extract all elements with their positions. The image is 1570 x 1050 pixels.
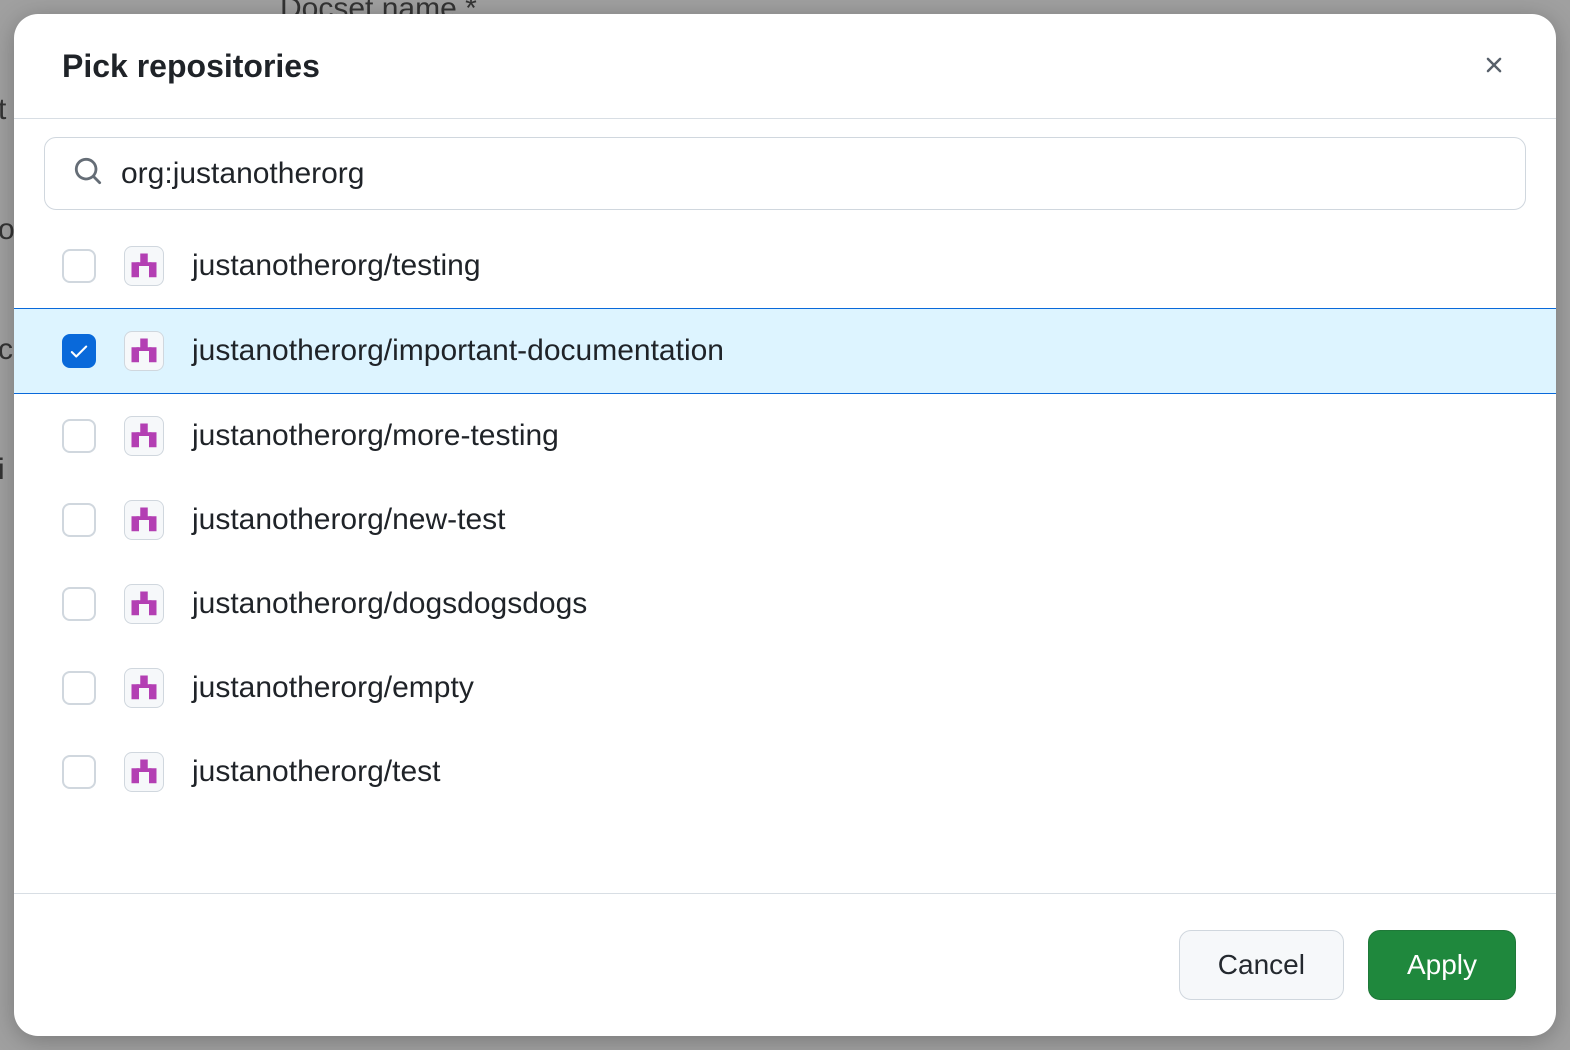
pick-repositories-modal: Pick repositories justanotherorg/testing… <box>14 14 1556 1036</box>
repo-checkbox[interactable] <box>62 419 96 453</box>
search-container <box>14 119 1556 224</box>
repo-row[interactable]: justanotherorg/test <box>14 730 1556 814</box>
repo-row[interactable]: justanotherorg/more-testing <box>14 394 1556 478</box>
repo-row[interactable]: justanotherorg/dogsdogsdogs <box>14 562 1556 646</box>
cancel-button[interactable]: Cancel <box>1179 930 1344 1000</box>
close-button[interactable] <box>1472 44 1516 88</box>
repo-checkbox[interactable] <box>62 587 96 621</box>
org-avatar-icon <box>124 584 164 624</box>
repo-checkbox[interactable] <box>62 755 96 789</box>
background-side-text: toci <box>0 50 15 530</box>
repo-row[interactable]: justanotherorg/empty <box>14 646 1556 730</box>
modal-title: Pick repositories <box>62 48 320 85</box>
org-avatar-icon <box>124 331 164 371</box>
org-avatar-icon <box>124 668 164 708</box>
search-icon <box>73 156 103 191</box>
org-avatar-icon <box>124 246 164 286</box>
repository-list: justanotherorg/testing justanotherorg/imp… <box>14 224 1556 893</box>
modal-footer: Cancel Apply <box>14 893 1556 1036</box>
repo-name-label: justanotherorg/more-testing <box>192 419 559 453</box>
repo-row[interactable]: justanotherorg/new-test <box>14 478 1556 562</box>
search-box[interactable] <box>44 137 1526 210</box>
repo-name-label: justanotherorg/test <box>192 755 440 789</box>
repo-checkbox[interactable] <box>62 671 96 705</box>
close-icon <box>1481 52 1507 81</box>
repo-name-label: justanotherorg/new-test <box>192 503 506 537</box>
repo-checkbox[interactable] <box>62 334 96 368</box>
apply-button[interactable]: Apply <box>1368 930 1516 1000</box>
repo-name-label: justanotherorg/empty <box>192 671 474 705</box>
org-avatar-icon <box>124 500 164 540</box>
org-avatar-icon <box>124 752 164 792</box>
repo-row[interactable]: justanotherorg/important-documentation <box>14 308 1556 394</box>
repo-name-label: justanotherorg/dogsdogsdogs <box>192 587 587 621</box>
search-input[interactable] <box>121 157 1497 191</box>
org-avatar-icon <box>124 416 164 456</box>
repo-name-label: justanotherorg/important-documentation <box>192 334 724 368</box>
repo-name-label: justanotherorg/testing <box>192 249 481 283</box>
repo-checkbox[interactable] <box>62 249 96 283</box>
modal-header: Pick repositories <box>14 14 1556 119</box>
repo-row[interactable]: justanotherorg/testing <box>14 224 1556 308</box>
repo-checkbox[interactable] <box>62 503 96 537</box>
